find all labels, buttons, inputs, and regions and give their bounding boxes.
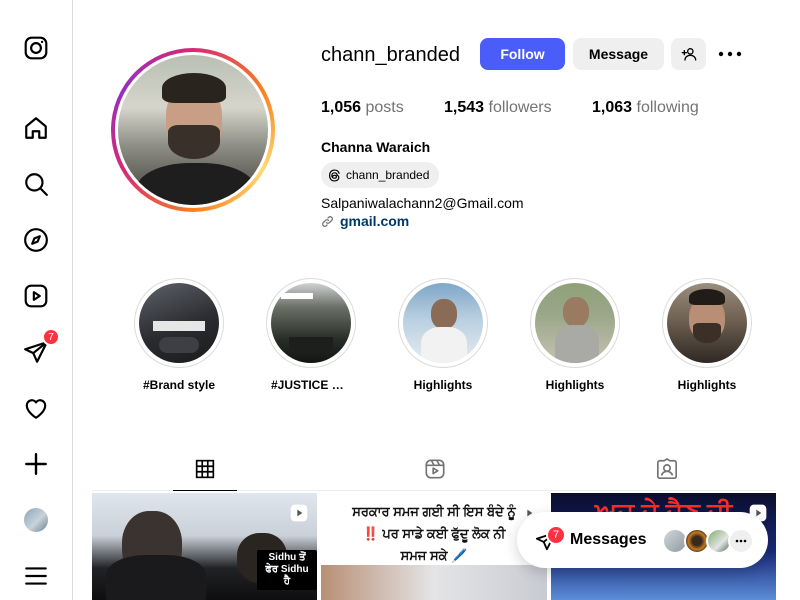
reels-icon[interactable] (22, 282, 50, 310)
highlight-label: Highlights (677, 378, 737, 392)
message-button[interactable]: Message (573, 38, 664, 70)
posts-label: posts (365, 99, 404, 116)
post-overlay-text: Sidhu ਤੋਂ ਫੇਰ Sidhu ਹੈ (257, 550, 317, 590)
reel-icon (290, 504, 308, 522)
profile-avatar-story-ring[interactable] (111, 48, 275, 212)
left-nav-rail: 7 (0, 0, 73, 600)
highlight-item[interactable]: #JUSTICE FOR... (261, 278, 361, 392)
notifications-icon[interactable] (22, 394, 50, 422)
bio-email: Salpaniwalachann2@Gmail.com (321, 195, 524, 211)
messages-floating-button[interactable]: 7 Messages (517, 512, 768, 568)
bio-link[interactable]: gmail.com (321, 213, 409, 229)
messages-pill-label: Messages (570, 531, 647, 548)
followers-label: followers (488, 99, 552, 116)
highlight-item[interactable]: #Brand style (129, 278, 229, 392)
posts-stat: 1,056 posts (321, 98, 404, 118)
threads-handle: chann_branded (346, 168, 430, 182)
profile-full-name: Channa Waraich (321, 139, 431, 155)
explore-icon[interactable] (22, 226, 50, 254)
messages-icon[interactable]: 7 (22, 328, 60, 366)
profile-username: chann_branded (321, 44, 461, 66)
home-icon[interactable] (22, 114, 50, 142)
suggest-users-button[interactable] (671, 38, 706, 70)
highlight-label: #JUSTICE FOR... (271, 378, 361, 392)
grid-icon (195, 459, 215, 479)
following-label: following (636, 99, 699, 116)
highlight-label: #Brand style (142, 378, 216, 392)
highlight-item[interactable]: Highlights (525, 278, 625, 392)
add-user-icon (681, 48, 696, 61)
follow-button[interactable]: Follow (480, 38, 565, 70)
tab-tagged[interactable] (635, 456, 699, 482)
tagged-icon (657, 458, 677, 479)
profile-avatar[interactable] (22, 506, 50, 534)
highlight-cover (535, 283, 615, 363)
highlight-label: Highlights (545, 378, 605, 392)
highlight-item[interactable]: Highlights (393, 278, 493, 392)
link-icon (322, 215, 333, 227)
following-count: 1,063 (592, 99, 633, 116)
highlight-item[interactable]: Highlights (657, 278, 757, 392)
posts-count: 1,056 (321, 99, 362, 116)
followers-stat[interactable]: 1,543 followers (444, 98, 552, 118)
post-thumbnail[interactable]: Sidhu ਤੋਂ ਫੇਰ Sidhu ਹੈ (92, 493, 317, 600)
post-caption-overlay: ਸਰਕਾਰ ਸਮਜ ਗਈ ਸੀ ਇਸ ਬੰਦੇ ਨੂੰ ‼️ ਪਰ ਸਾਡੇ ਕ… (352, 504, 516, 563)
create-icon[interactable] (22, 450, 50, 478)
highlight-cover (139, 283, 219, 363)
reels-tab-icon (425, 459, 445, 479)
menu-icon[interactable] (22, 562, 50, 590)
threads-icon (329, 168, 340, 182)
more-avatars-icon (728, 528, 754, 554)
profile-photo (118, 55, 268, 205)
post-thumbnail[interactable]: ਸਰਕਾਰ ਸਮਜ ਗਈ ਸੀ ਇਸ ਬੰਦੇ ਨੂੰ ‼️ ਪਰ ਸਾਡੇ ਕ… (321, 493, 547, 600)
more-options-icon[interactable] (718, 44, 742, 64)
instagram-logo-icon[interactable] (22, 34, 50, 62)
avatar (24, 508, 48, 532)
following-stat[interactable]: 1,063 following (592, 98, 699, 118)
highlight-cover (403, 283, 483, 363)
highlight-label: Highlights (413, 378, 473, 392)
threads-badge[interactable]: chann_branded (321, 162, 440, 188)
tab-posts[interactable] (173, 456, 237, 482)
highlight-cover (271, 283, 351, 363)
tab-reels[interactable] (403, 456, 467, 482)
messages-pill-badge: 7 (546, 525, 566, 545)
messages-badge: 7 (42, 328, 60, 346)
followers-count: 1,543 (444, 99, 485, 116)
search-icon[interactable] (22, 170, 50, 198)
highlight-cover (667, 283, 747, 363)
active-tab-indicator (173, 490, 237, 491)
bio-link-text: gmail.com (340, 213, 410, 229)
